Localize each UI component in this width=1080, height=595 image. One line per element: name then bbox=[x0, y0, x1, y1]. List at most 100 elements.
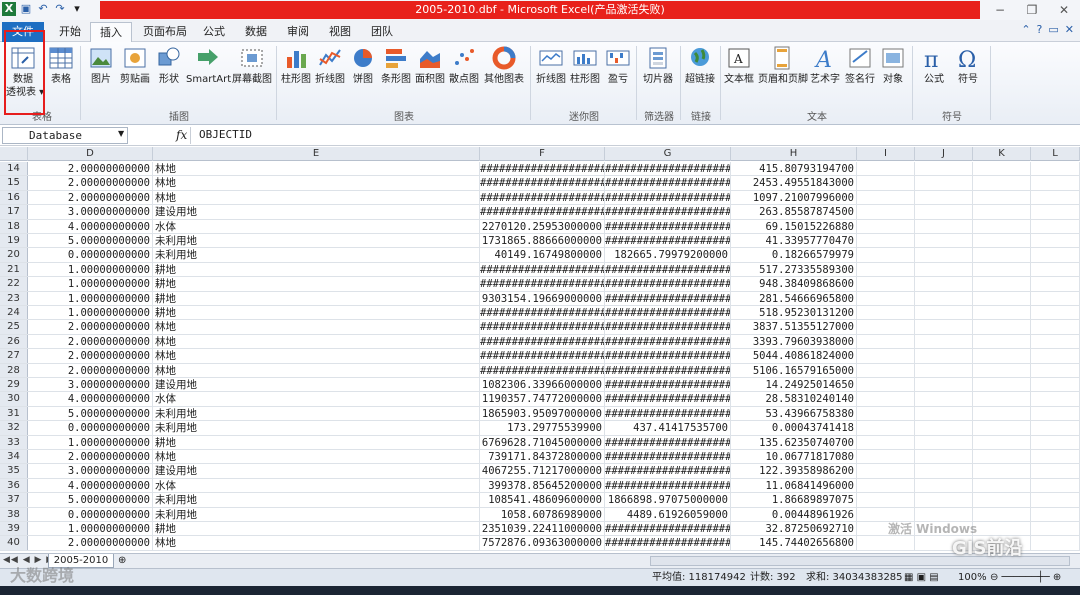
cell-d[interactable]: 4.00000000000 bbox=[28, 478, 153, 493]
cell-l[interactable] bbox=[1031, 320, 1080, 334]
cell-e[interactable]: 耕地 bbox=[153, 262, 480, 277]
sparkline-column-button[interactable]: 柱形图 bbox=[568, 45, 602, 86]
row-header[interactable]: 21 bbox=[0, 262, 28, 277]
cell-f[interactable]: 9303154.19669000000 bbox=[480, 291, 605, 305]
cell-i[interactable] bbox=[857, 320, 915, 334]
equation-button[interactable]: π 公式 bbox=[918, 45, 950, 86]
cell-h[interactable]: 14.24925014650 bbox=[731, 378, 857, 392]
row-header[interactable]: 22 bbox=[0, 277, 28, 291]
row-header[interactable]: 26 bbox=[0, 334, 28, 349]
cell-d[interactable]: 5.00000000000 bbox=[28, 493, 153, 507]
cell-d[interactable]: 3.00000000000 bbox=[28, 378, 153, 392]
cell-e[interactable]: 林地 bbox=[153, 162, 480, 176]
cell-h[interactable]: 0.00448961926 bbox=[731, 507, 857, 521]
cell-g[interactable]: #################### bbox=[605, 392, 731, 406]
cell-e[interactable]: 林地 bbox=[153, 349, 480, 363]
cell-l[interactable] bbox=[1031, 450, 1080, 464]
row-header[interactable]: 15 bbox=[0, 176, 28, 190]
tab-review[interactable]: 审阅 bbox=[278, 22, 318, 42]
header-footer-button[interactable]: 页眉和页脚 bbox=[758, 45, 808, 86]
line-chart-button[interactable]: 折线图 bbox=[314, 45, 346, 86]
cell-k[interactable] bbox=[973, 176, 1031, 190]
tab-view[interactable]: 视图 bbox=[320, 22, 360, 42]
cell-j[interactable] bbox=[915, 190, 973, 205]
cell-f[interactable]: #################### bbox=[480, 349, 605, 363]
column-header-g[interactable]: G bbox=[605, 147, 731, 161]
cell-k[interactable] bbox=[973, 406, 1031, 421]
cell-l[interactable] bbox=[1031, 291, 1080, 305]
cell-e[interactable]: 水体 bbox=[153, 478, 480, 493]
customize-qat-icon[interactable]: ▾ bbox=[70, 2, 84, 16]
column-chart-button[interactable]: 柱形图 bbox=[280, 45, 312, 86]
cell-l[interactable] bbox=[1031, 363, 1080, 377]
cell-h[interactable]: 69.15015226880 bbox=[731, 219, 857, 233]
cell-j[interactable] bbox=[915, 306, 973, 320]
cell-k[interactable] bbox=[973, 234, 1031, 248]
cell-f[interactable]: #################### bbox=[480, 320, 605, 334]
cell-e[interactable]: 林地 bbox=[153, 450, 480, 464]
cell-e[interactable]: 林地 bbox=[153, 334, 480, 349]
cell-l[interactable] bbox=[1031, 349, 1080, 363]
cell-i[interactable] bbox=[857, 262, 915, 277]
cell-f[interactable]: 2270120.25953000000 bbox=[480, 219, 605, 233]
row-header[interactable]: 24 bbox=[0, 306, 28, 320]
cell-f[interactable]: 173.29775539900 bbox=[480, 421, 605, 435]
column-header-h[interactable]: H bbox=[731, 147, 857, 161]
cell-f[interactable]: 1731865.88666000000 bbox=[480, 234, 605, 248]
cell-k[interactable] bbox=[973, 435, 1031, 449]
row-header[interactable]: 35 bbox=[0, 464, 28, 478]
cell-e[interactable]: 未利用地 bbox=[153, 493, 480, 507]
cell-i[interactable] bbox=[857, 378, 915, 392]
cell-i[interactable] bbox=[857, 464, 915, 478]
cell-k[interactable] bbox=[973, 478, 1031, 493]
cell-d[interactable]: 2.00000000000 bbox=[28, 176, 153, 190]
cell-f[interactable]: 6769628.71045000000 bbox=[480, 435, 605, 449]
save-icon[interactable]: ▣ bbox=[19, 2, 33, 16]
cell-l[interactable] bbox=[1031, 536, 1080, 550]
cell-g[interactable]: #################### bbox=[605, 277, 731, 291]
cell-d[interactable]: 1.00000000000 bbox=[28, 277, 153, 291]
cell-g[interactable]: #################### bbox=[605, 334, 731, 349]
cell-l[interactable] bbox=[1031, 507, 1080, 521]
cell-f[interactable]: #################### bbox=[480, 334, 605, 349]
cell-d[interactable]: 1.00000000000 bbox=[28, 291, 153, 305]
cell-e[interactable]: 耕地 bbox=[153, 291, 480, 305]
cell-l[interactable] bbox=[1031, 176, 1080, 190]
cell-i[interactable] bbox=[857, 190, 915, 205]
cell-j[interactable] bbox=[915, 176, 973, 190]
cell-j[interactable] bbox=[915, 421, 973, 435]
restore-workbook-icon[interactable]: ▭ bbox=[1048, 23, 1058, 36]
cell-j[interactable] bbox=[915, 464, 973, 478]
cell-d[interactable]: 0.00000000000 bbox=[28, 507, 153, 521]
clipart-button[interactable]: 剪贴画 bbox=[118, 45, 152, 86]
cell-k[interactable] bbox=[973, 262, 1031, 277]
row-header[interactable]: 37 bbox=[0, 493, 28, 507]
cell-k[interactable] bbox=[973, 421, 1031, 435]
close-workbook-icon[interactable]: ✕ bbox=[1065, 23, 1074, 36]
cell-d[interactable]: 5.00000000000 bbox=[28, 234, 153, 248]
cell-j[interactable] bbox=[915, 219, 973, 233]
picture-button[interactable]: 图片 bbox=[86, 45, 116, 86]
cell-i[interactable] bbox=[857, 435, 915, 449]
cell-g[interactable]: #################### bbox=[605, 320, 731, 334]
cell-f[interactable]: #################### bbox=[480, 162, 605, 176]
row-header[interactable]: 20 bbox=[0, 248, 28, 262]
cell-f[interactable]: #################### bbox=[480, 190, 605, 205]
cell-j[interactable] bbox=[915, 493, 973, 507]
cell-g[interactable]: #################### bbox=[605, 190, 731, 205]
cell-e[interactable]: 建设用地 bbox=[153, 205, 480, 219]
cell-e[interactable]: 未利用地 bbox=[153, 507, 480, 521]
pie-chart-button[interactable]: 饼图 bbox=[348, 45, 378, 86]
cell-k[interactable] bbox=[973, 349, 1031, 363]
cell-h[interactable]: 948.38409868600 bbox=[731, 277, 857, 291]
cell-l[interactable] bbox=[1031, 306, 1080, 320]
column-header-d[interactable]: D bbox=[28, 147, 153, 161]
cell-h[interactable]: 1097.21007996000 bbox=[731, 190, 857, 205]
cell-d[interactable]: 1.00000000000 bbox=[28, 306, 153, 320]
cell-h[interactable]: 0.18266579979 bbox=[731, 248, 857, 262]
row-header[interactable]: 29 bbox=[0, 378, 28, 392]
help-icon[interactable]: ? bbox=[1037, 23, 1043, 36]
cell-k[interactable] bbox=[973, 277, 1031, 291]
cell-e[interactable]: 未利用地 bbox=[153, 234, 480, 248]
wordart-button[interactable]: A 艺术字 bbox=[808, 45, 842, 86]
